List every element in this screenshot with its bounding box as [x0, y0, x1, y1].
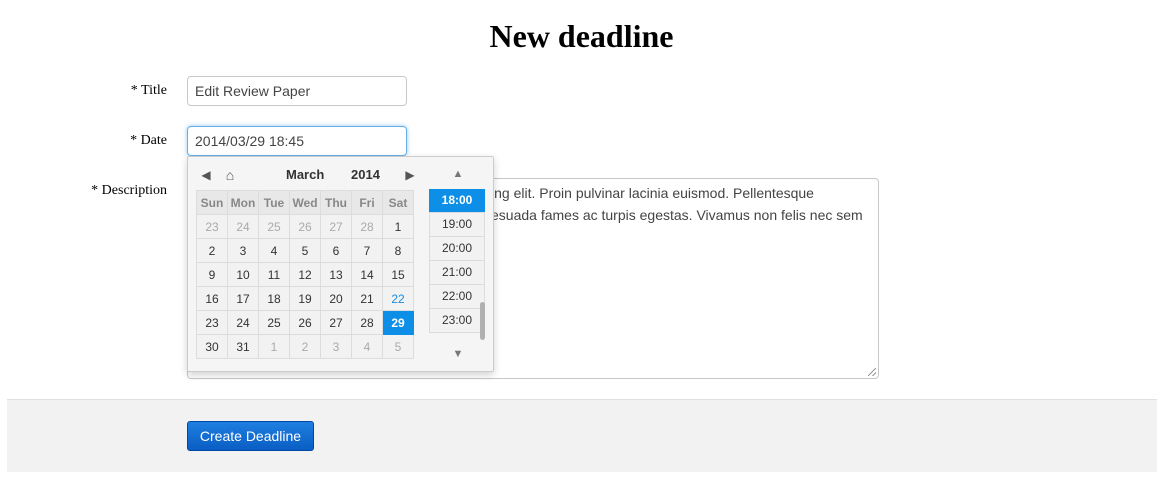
time-down-icon[interactable]: ▼ — [449, 347, 467, 361]
calendar-day[interactable]: 6 — [320, 238, 352, 263]
prev-month-icon[interactable]: ◀ — [198, 167, 214, 183]
calendar-day[interactable]: 26 — [289, 214, 321, 239]
create-deadline-button[interactable]: Create Deadline — [187, 421, 314, 451]
weekday-header: Fri — [351, 190, 383, 215]
calendar-week-row: 30 31 1 2 3 4 5 — [196, 334, 414, 359]
time-option-selected[interactable]: 18:00 — [429, 189, 485, 213]
form-actions-bar: Create Deadline — [7, 399, 1157, 472]
calendar-day[interactable]: 4 — [351, 334, 383, 359]
calendar-day[interactable]: 2 — [289, 334, 321, 359]
time-option[interactable]: 23:00 — [429, 308, 485, 333]
weekday-header: Sun — [196, 190, 228, 215]
page-title: New deadline — [489, 18, 674, 54]
calendar-day[interactable]: 30 — [196, 334, 228, 359]
calendar-day[interactable]: 16 — [196, 286, 228, 311]
title-label: * Title — [130, 83, 167, 98]
calendar-day[interactable]: 7 — [351, 238, 383, 263]
calendar-day[interactable]: 25 — [258, 214, 290, 239]
calendar-day[interactable]: 28 — [351, 214, 383, 239]
calendar-day[interactable]: 24 — [227, 310, 259, 335]
calendar-day[interactable]: 3 — [227, 238, 259, 263]
calendar-week-row: 23 24 25 26 27 28 29 — [196, 310, 414, 335]
calendar-day[interactable]: 24 — [227, 214, 259, 239]
calendar-day[interactable]: 1 — [258, 334, 290, 359]
time-up-icon[interactable]: ▲ — [449, 167, 467, 181]
calendar-grid: Sun Mon Tue Wed Thu Fri Sat 23 24 25 26 27 28 1 2 3 4 5 6… — [196, 190, 414, 359]
date-label: * Date — [130, 133, 167, 148]
page: New deadline * Title Edit Review Paper *… — [0, 0, 1163, 489]
calendar-day[interactable]: 1 — [382, 214, 414, 239]
calendar-day[interactable]: 14 — [351, 262, 383, 287]
calendar-day[interactable]: 5 — [382, 334, 414, 359]
calendar-day[interactable]: 18 — [258, 286, 290, 311]
time-option[interactable]: 21:00 — [429, 260, 485, 285]
home-icon[interactable]: ⌂ — [222, 167, 238, 183]
calendar-week-row: 9 10 11 12 13 14 15 — [196, 262, 414, 287]
time-list: 18:00 19:00 20:00 21:00 22:00 23:00 — [429, 189, 487, 339]
calendar-day[interactable]: 9 — [196, 262, 228, 287]
weekday-header-row: Sun Mon Tue Wed Thu Fri Sat — [196, 190, 414, 215]
calendar-day-selected[interactable]: 29 — [382, 310, 414, 335]
calendar-day[interactable]: 17 — [227, 286, 259, 311]
calendar-week-row: 16 17 18 19 20 21 22 — [196, 286, 414, 311]
description-line: esuada fames ac turpis egestas. Vivamus … — [491, 207, 863, 223]
calendar-day[interactable]: 3 — [320, 334, 352, 359]
calendar-day[interactable]: 2 — [196, 238, 228, 263]
time-option[interactable]: 22:00 — [429, 284, 485, 309]
resize-grip-icon[interactable] — [868, 368, 876, 376]
datetime-picker: ◀ ⌂ March 2014 ▶ Sun Mon Tue Wed Thu Fri Sat 2… — [187, 156, 494, 372]
weekday-header: Tue — [258, 190, 290, 215]
calendar-day[interactable]: 10 — [227, 262, 259, 287]
calendar-day[interactable]: 23 — [196, 310, 228, 335]
calendar-day[interactable]: 19 — [289, 286, 321, 311]
next-month-icon[interactable]: ▶ — [402, 167, 418, 183]
calendar-day[interactable]: 12 — [289, 262, 321, 287]
calendar-day[interactable]: 13 — [320, 262, 352, 287]
calendar-day[interactable]: 23 — [196, 214, 228, 239]
calendar-day[interactable]: 27 — [320, 214, 352, 239]
calendar-nav: ◀ ⌂ March 2014 ▶ — [196, 165, 420, 185]
calendar-week-row: 23 24 25 26 27 28 1 — [196, 214, 414, 239]
calendar-day[interactable]: 26 — [289, 310, 321, 335]
calendar-week-row: 2345678 — [196, 238, 414, 263]
calendar-day[interactable]: 22 — [382, 286, 414, 311]
time-option[interactable]: 19:00 — [429, 212, 485, 237]
description-line: ing elit. Proin pulvinar lacinia euismod… — [491, 185, 814, 201]
time-selector: ▲ 18:00 19:00 20:00 21:00 22:00 23:00 ▼ — [429, 165, 487, 365]
time-option[interactable]: 20:00 — [429, 236, 485, 261]
title-input[interactable]: Edit Review Paper — [187, 76, 407, 106]
calendar-day[interactable]: 31 — [227, 334, 259, 359]
calendar-day[interactable]: 27 — [320, 310, 352, 335]
calendar-day[interactable]: 4 — [258, 238, 290, 263]
calendar-day[interactable]: 20 — [320, 286, 352, 311]
weekday-header: Wed — [289, 190, 321, 215]
calendar-day[interactable]: 5 — [289, 238, 321, 263]
calendar-day[interactable]: 8 — [382, 238, 414, 263]
calendar-day[interactable]: 28 — [351, 310, 383, 335]
date-input[interactable]: 2014/03/29 18:45 — [187, 126, 407, 156]
month-label[interactable]: March — [286, 165, 342, 185]
time-scrollbar[interactable] — [480, 302, 485, 340]
weekday-header: Sat — [382, 190, 414, 215]
description-label: * Description — [91, 183, 167, 198]
calendar-day[interactable]: 25 — [258, 310, 290, 335]
calendar-day[interactable]: 15 — [382, 262, 414, 287]
weekday-header: Mon — [227, 190, 259, 215]
calendar-day[interactable]: 21 — [351, 286, 383, 311]
weekday-header: Thu — [320, 190, 352, 215]
calendar-day[interactable]: 11 — [258, 262, 290, 287]
year-label[interactable]: 2014 — [351, 165, 391, 185]
